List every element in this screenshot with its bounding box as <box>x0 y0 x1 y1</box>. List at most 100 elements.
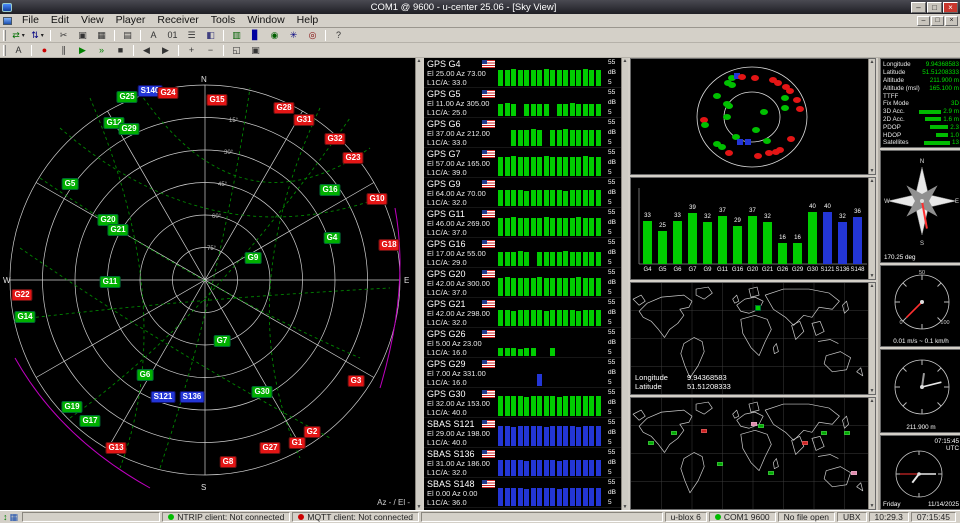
panel-scrollbar[interactable]: ▲▼ <box>868 398 875 509</box>
sat-row-GPS-G20[interactable]: GPS G20El 42.00 Az 300.00L1C/A: 37.055dB… <box>424 268 621 298</box>
menu-window[interactable]: Window <box>241 14 290 27</box>
signal-bar <box>524 218 529 236</box>
sat-row-GPS-G16[interactable]: GPS G16El 17.00 Az 55.00L1C/A: 29.055dB5 <box>424 238 621 268</box>
fast-forward-button[interactable]: » <box>93 44 110 57</box>
text-log-button[interactable]: A <box>10 44 27 57</box>
toolbar-grip[interactable] <box>3 45 6 56</box>
signal-bar <box>537 104 542 116</box>
dropdown-arrow-icon: ▾ <box>41 32 44 39</box>
cut-button[interactable]: ✂ <box>55 29 72 42</box>
satellite-S121: S121 <box>151 391 176 403</box>
signal-bar <box>550 157 555 176</box>
sat-signal: L1C/A: 39.0 <box>427 168 496 177</box>
sat-row-GPS-G11[interactable]: GPS G11El 46.00 Az 269.00L1C/A: 37.055dB… <box>424 208 621 238</box>
signal-bar <box>563 310 568 326</box>
sat-row-GPS-G26[interactable]: GPS G26El 5.00 Az 23.00L1C/A: 16.055dB5 <box>424 328 621 358</box>
panel-scrollbar[interactable]: ▲▼ <box>868 59 875 174</box>
histogram-view-button[interactable]: ▊ <box>247 29 264 42</box>
panel-scrollbar[interactable]: ▲▼ <box>868 178 875 279</box>
svg-text:60°: 60° <box>212 214 222 220</box>
toolbar-grip[interactable] <box>3 30 6 41</box>
station-marker-7 <box>768 471 774 475</box>
sat-row-GPS-G9[interactable]: GPS G9El 64.00 Az 70.00L1C/A: 32.055dB5 <box>424 178 621 208</box>
step-forward-button[interactable]: ▶ <box>157 44 174 57</box>
info-label: 3D Acc. <box>883 108 919 115</box>
pause-button[interactable]: ∥ <box>55 44 72 57</box>
svg-text:E: E <box>404 276 409 285</box>
satellite-G19: G19 <box>61 401 82 413</box>
sat-row-SBAS-S136[interactable]: SBAS S136El 31.00 Az 186.00L1C/A: 32.055… <box>424 448 621 478</box>
sat-row-text: GPS G30El 32.00 Az 153.00L1C/A: 40.0 <box>424 388 496 417</box>
about-button[interactable]: ? <box>330 29 347 42</box>
sky-view-button[interactable]: ✳ <box>285 29 302 42</box>
sat-row-GPS-G7[interactable]: GPS G7El 57.00 Az 165.00L1C/A: 39.055dB5 <box>424 148 621 178</box>
sat-signal: L1C/A: 25.0 <box>427 108 496 117</box>
logfile-status: No file open <box>778 512 835 522</box>
signal-bar <box>518 310 523 326</box>
sat-row-GPS-G5[interactable]: GPS G5El 11.00 Az 305.00L1C/A: 25.055dB5 <box>424 88 621 118</box>
map-view-button[interactable]: ◉ <box>266 29 283 42</box>
messages-view-button[interactable]: ☰ <box>183 29 200 42</box>
level-value: 16 <box>794 235 801 241</box>
sat-row-SBAS-S121[interactable]: SBAS S121El 29.00 Az 198.00L1C/A: 40.055… <box>424 418 621 448</box>
menu-file[interactable]: File <box>16 14 45 27</box>
baudrate-dropdown[interactable]: ⇅▾ <box>29 29 46 42</box>
mdi-minimize-button[interactable]: – <box>917 16 930 26</box>
menu-help[interactable]: Help <box>291 14 325 27</box>
dock-windows-button[interactable]: ◱ <box>228 44 245 57</box>
step-back-button[interactable]: ◀ <box>138 44 155 57</box>
sat-row-GPS-G29[interactable]: GPS G29El 7.00 Az 331.00L1C/A: 16.055dB5 <box>424 358 621 388</box>
signal-bar <box>557 278 562 296</box>
chart-view-button[interactable]: ▥ <box>228 29 245 42</box>
level-category: G20 <box>747 267 758 273</box>
sat-row-GPS-G21[interactable]: GPS G21El 42.00 Az 298.00L1C/A: 32.055dB… <box>424 298 621 328</box>
menu-receiver[interactable]: Receiver <box>151 14 204 27</box>
toolbar-separator <box>31 45 32 56</box>
paste-button[interactable]: ▦ <box>93 29 110 42</box>
panel-scrollbar[interactable]: ▲▼ <box>868 283 875 394</box>
status-dot-icon <box>168 514 174 520</box>
menu-view[interactable]: View <box>75 14 110 27</box>
instrument-panels: Longitude9.94368583Latitude51.51208333Al… <box>880 58 960 510</box>
record-button[interactable]: ● <box>36 44 53 57</box>
minimize-button[interactable]: – <box>911 2 926 13</box>
menu-player[interactable]: Player <box>110 14 152 27</box>
info-row-altitude-msl-: Altitude (msl)165.100 m <box>883 84 959 92</box>
configuration-view-button[interactable]: ◧ <box>202 29 219 42</box>
text-console-button[interactable]: A <box>145 29 162 42</box>
mdi-close-button[interactable]: × <box>945 16 958 26</box>
close-button[interactable]: × <box>943 2 958 13</box>
zoom-in-button[interactable]: + <box>183 44 200 57</box>
zoom-out-button[interactable]: − <box>202 44 219 57</box>
signal-bar <box>589 190 594 206</box>
sat-row-GPS-G6[interactable]: GPS G6El 37.00 Az 212.00L1C/A: 33.055dB5 <box>424 118 621 148</box>
new-view-button[interactable]: ▣ <box>247 44 264 57</box>
play-button[interactable]: ▶ <box>74 44 91 57</box>
signal-bar <box>570 278 575 296</box>
stop-button[interactable]: ■ <box>112 44 129 57</box>
level-category: S136 <box>835 267 849 273</box>
signal-bar <box>563 251 568 266</box>
maximize-button[interactable]: □ <box>927 2 942 13</box>
menu-tools[interactable]: Tools <box>205 14 242 27</box>
mdi-restore-button[interactable]: □ <box>931 16 944 26</box>
sat-row-GPS-G4[interactable]: GPS G4El 25.00 Az 73.00L1C/A: 33.055dB5 <box>424 58 621 88</box>
list-scrollbar[interactable]: ▲▼ <box>621 58 628 510</box>
sat-signal-history <box>496 88 606 117</box>
copy-button[interactable]: ▣ <box>74 29 91 42</box>
mdi-child-icon[interactable] <box>3 17 12 25</box>
menu-edit[interactable]: Edit <box>45 14 75 27</box>
compass-panel: NE SW 170.25 deg <box>880 150 960 263</box>
status-message <box>22 512 160 522</box>
app-icon <box>2 3 12 12</box>
titlebar: COM1 @ 9600 - u-center 25.06 - [Sky View… <box>0 0 960 14</box>
station-marker-10 <box>844 431 850 435</box>
connection-dropdown[interactable]: ⇄▾ <box>10 29 27 42</box>
print-button[interactable]: ▤ <box>119 29 136 42</box>
info-label: Latitude <box>883 69 922 76</box>
deviation-map-button[interactable]: ◎ <box>304 29 321 42</box>
binary-console-button[interactable]: 01 <box>164 29 181 42</box>
sat-row-SBAS-S148[interactable]: SBAS S148El 0.00 Az 0.00L1C/A: 36.055dB5 <box>424 478 621 508</box>
sat-row-GPS-G30[interactable]: GPS G30El 32.00 Az 153.00L1C/A: 40.055dB… <box>424 388 621 418</box>
sky-scrollbar[interactable]: ▲▼ <box>415 58 422 510</box>
